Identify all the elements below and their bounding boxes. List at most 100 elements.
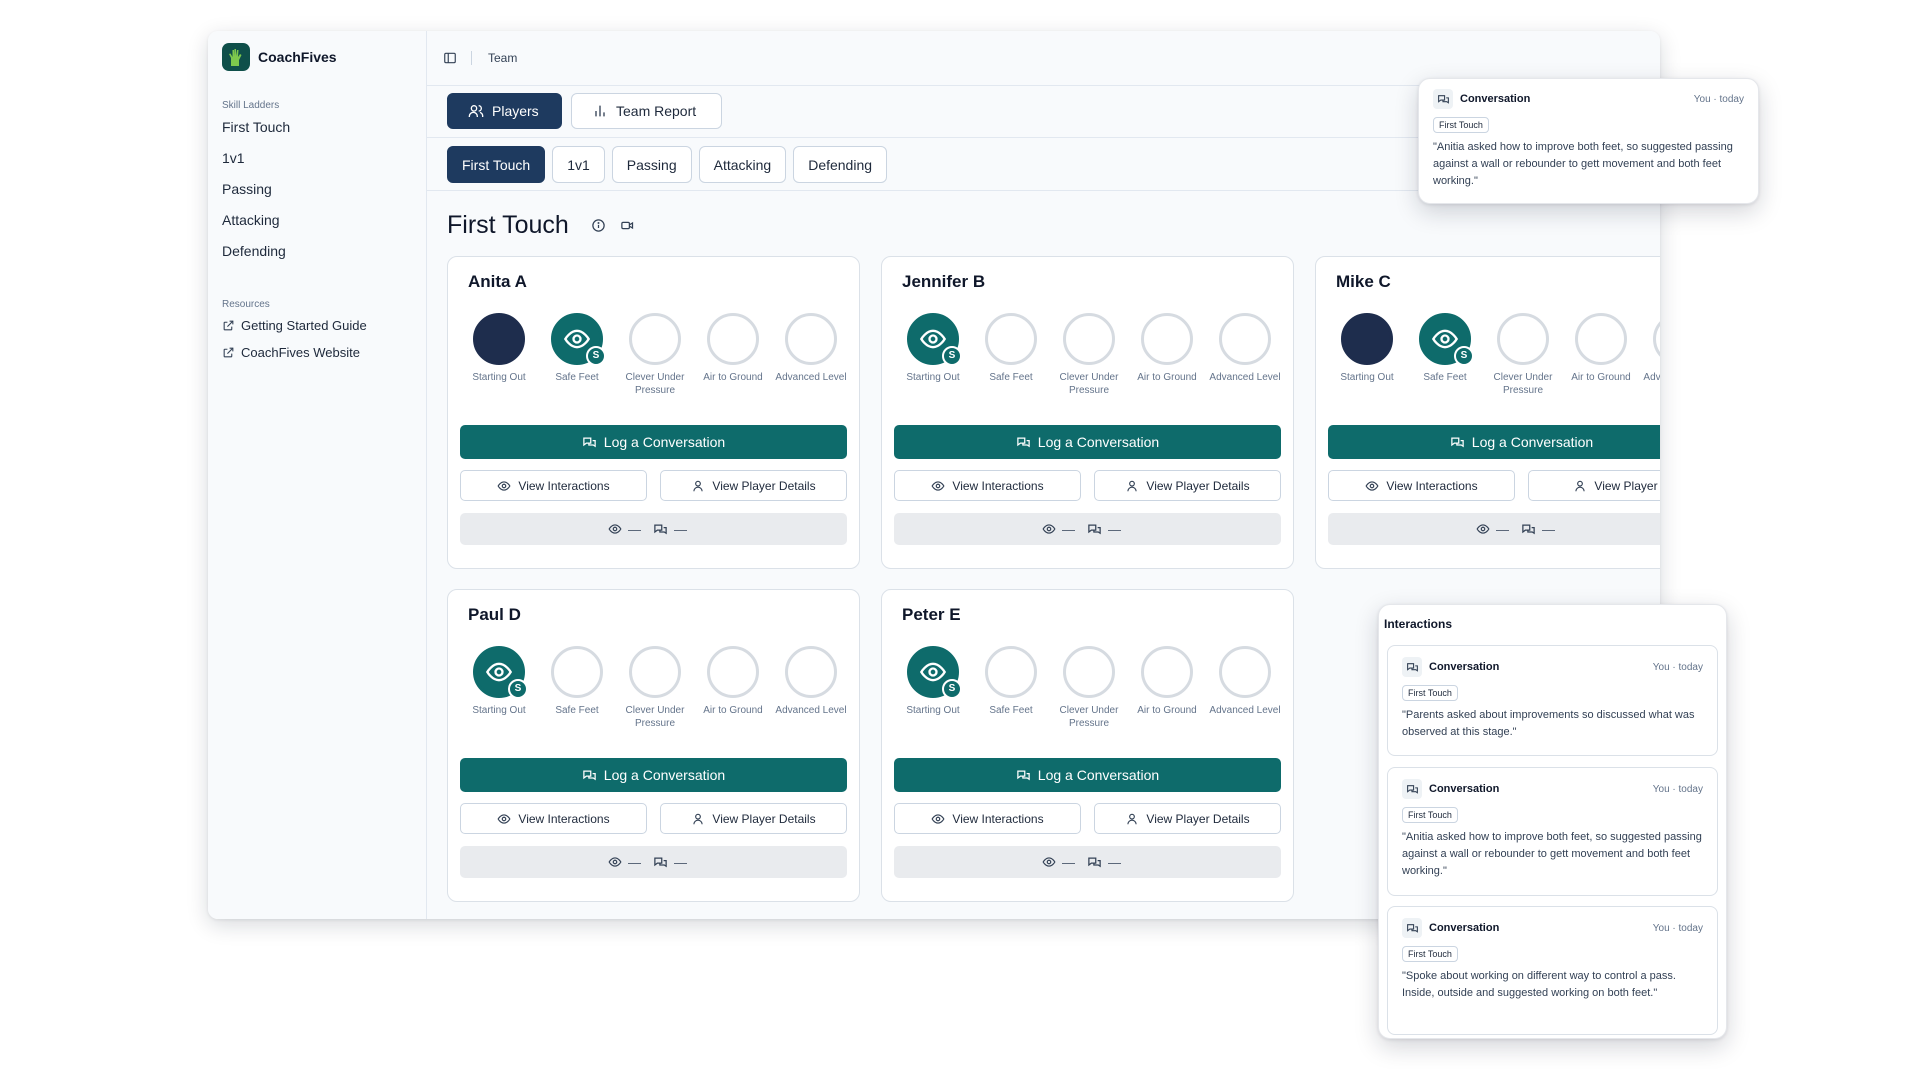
chat-icon — [583, 437, 596, 447]
level-step[interactable]: Air to Ground — [1562, 313, 1640, 397]
views-count: — — [1062, 854, 1075, 870]
skill-tab-attacking[interactable]: Attacking — [698, 146, 787, 183]
brand[interactable]: CoachFives — [222, 43, 337, 71]
level-step[interactable]: Clever Under Pressure — [1050, 313, 1128, 397]
level-circle[interactable] — [1063, 313, 1115, 365]
sidebar-item-first-touch[interactable]: First Touch — [222, 112, 290, 143]
log-conversation-button[interactable]: Log a Conversation — [894, 758, 1281, 792]
level-step[interactable]: Clever Under Pressure — [1050, 646, 1128, 730]
log-conversation-button[interactable]: Log a Conversation — [460, 758, 847, 792]
eye-icon — [919, 662, 947, 682]
skill-tab-passing[interactable]: Passing — [611, 146, 692, 183]
level-step[interactable]: Starting Out — [460, 313, 538, 397]
view-interactions-button[interactable]: View Interactions — [1328, 470, 1515, 501]
level-circle[interactable]: S — [1419, 313, 1474, 366]
level-step[interactable]: S Starting Out — [460, 646, 538, 730]
level-label: Air to Ground — [1137, 372, 1197, 383]
view-player-details-button[interactable]: View Player Details — [1094, 803, 1281, 834]
level-step[interactable]: Air to Ground — [694, 646, 772, 730]
level-circle[interactable] — [1219, 646, 1271, 698]
level-circle[interactable] — [1219, 313, 1271, 365]
view-player-details-button[interactable]: View Player D — [1528, 470, 1660, 501]
level-circle[interactable]: S — [551, 313, 606, 366]
level-step[interactable]: Air to Ground — [1128, 313, 1206, 397]
level-step[interactable]: Safe Feet — [538, 646, 616, 730]
level-circle[interactable] — [1341, 313, 1393, 365]
level-circle[interactable] — [1497, 313, 1549, 365]
level-label: Clever Under Pressure — [1493, 372, 1553, 396]
button-label: View Interactions — [952, 811, 1044, 826]
level-circle[interactable] — [1141, 313, 1193, 365]
level-step[interactable]: S Starting Out — [894, 646, 972, 730]
level-circle[interactable] — [707, 313, 759, 365]
level-circle[interactable] — [785, 313, 837, 365]
level-circle[interactable] — [1575, 313, 1627, 365]
level-step[interactable]: Advanced Level — [1640, 313, 1660, 397]
level-step[interactable]: Starting Out — [1328, 313, 1406, 397]
level-step[interactable]: S Safe Feet — [1406, 313, 1484, 397]
tab-team-report[interactable]: Team Report — [571, 93, 722, 129]
level-circle[interactable] — [1653, 313, 1660, 365]
view-player-details-button[interactable]: View Player Details — [1094, 470, 1281, 501]
view-interactions-button[interactable]: View Interactions — [460, 803, 647, 834]
video-icon[interactable] — [620, 218, 635, 233]
level-step[interactable]: S Starting Out — [894, 313, 972, 397]
level-step[interactable]: Advanced Level — [772, 313, 850, 397]
level-step[interactable]: Clever Under Pressure — [616, 646, 694, 730]
info-icon[interactable] — [591, 218, 606, 233]
sidebar-item-1v1[interactable]: 1v1 — [222, 143, 290, 174]
level-step[interactable]: Advanced Level — [1206, 313, 1284, 397]
level-circle[interactable] — [629, 646, 681, 698]
level-circle[interactable] — [551, 646, 603, 698]
level-circle[interactable] — [1141, 646, 1193, 698]
level-step[interactable]: Safe Feet — [972, 313, 1050, 397]
level-circle[interactable] — [1063, 646, 1115, 698]
view-interactions-button[interactable]: View Interactions — [894, 803, 1081, 834]
level-circle[interactable] — [629, 313, 681, 365]
skill-tab-defending[interactable]: Defending — [793, 146, 888, 183]
conversations-count: — — [1542, 521, 1555, 537]
level-circle[interactable] — [985, 646, 1037, 698]
level-step[interactable]: Air to Ground — [1128, 646, 1206, 730]
view-interactions-button[interactable]: View Interactions — [460, 470, 647, 501]
player-name: Peter E — [902, 605, 961, 624]
log-conversation-button[interactable]: Log a Conversation — [1328, 425, 1660, 459]
chat-icon — [1017, 770, 1030, 780]
level-step[interactable]: Clever Under Pressure — [616, 313, 694, 397]
sidebar-toggle-icon[interactable] — [443, 51, 457, 65]
log-conversation-button[interactable]: Log a Conversation — [460, 425, 847, 459]
level-circle[interactable]: S — [907, 646, 962, 699]
skill-tab-first-touch[interactable]: First Touch — [447, 146, 546, 183]
level-step[interactable]: Air to Ground — [694, 313, 772, 397]
interaction-item[interactable]: Conversation You · today First Touch "Aniti… — [1387, 767, 1718, 896]
user-icon — [693, 813, 704, 824]
tab-players[interactable]: Players — [447, 93, 562, 129]
sidebar-item-attacking[interactable]: Attacking — [222, 205, 290, 236]
interaction-item[interactable]: Conversation You · today First Touch "Spoke… — [1387, 906, 1718, 1035]
view-interactions-button[interactable]: View Interactions — [894, 470, 1081, 501]
resource-link-getting-started[interactable]: Getting Started Guide — [222, 312, 367, 339]
level-circle[interactable]: S — [907, 313, 962, 366]
breadcrumb[interactable]: Team — [488, 51, 517, 65]
level-circle[interactable]: S — [473, 646, 528, 699]
level-step[interactable]: Safe Feet — [972, 646, 1050, 730]
sidebar-item-defending[interactable]: Defending — [222, 236, 290, 267]
view-player-details-button[interactable]: View Player Details — [660, 470, 847, 501]
level-circle[interactable] — [785, 646, 837, 698]
skill-tab-1v1[interactable]: 1v1 — [552, 146, 605, 183]
view-player-details-button[interactable]: View Player Details — [660, 803, 847, 834]
sidebar-item-passing[interactable]: Passing — [222, 174, 290, 205]
level-step[interactable]: Advanced Level — [772, 646, 850, 730]
level-circle[interactable] — [985, 313, 1037, 365]
level-circle[interactable] — [707, 646, 759, 698]
level-step[interactable]: Clever Under Pressure — [1484, 313, 1562, 397]
log-conversation-button[interactable]: Log a Conversation — [894, 425, 1281, 459]
interaction-item[interactable]: Conversation You · today First Touch "Paren… — [1387, 645, 1718, 756]
level-label: Safe Feet — [555, 372, 599, 383]
eye-icon — [1042, 524, 1056, 534]
resource-link-website[interactable]: CoachFives Website — [222, 339, 367, 366]
eye-icon — [1476, 524, 1490, 534]
level-step[interactable]: Advanced Level — [1206, 646, 1284, 730]
level-step[interactable]: S Safe Feet — [538, 313, 616, 397]
level-circle[interactable] — [473, 313, 525, 365]
